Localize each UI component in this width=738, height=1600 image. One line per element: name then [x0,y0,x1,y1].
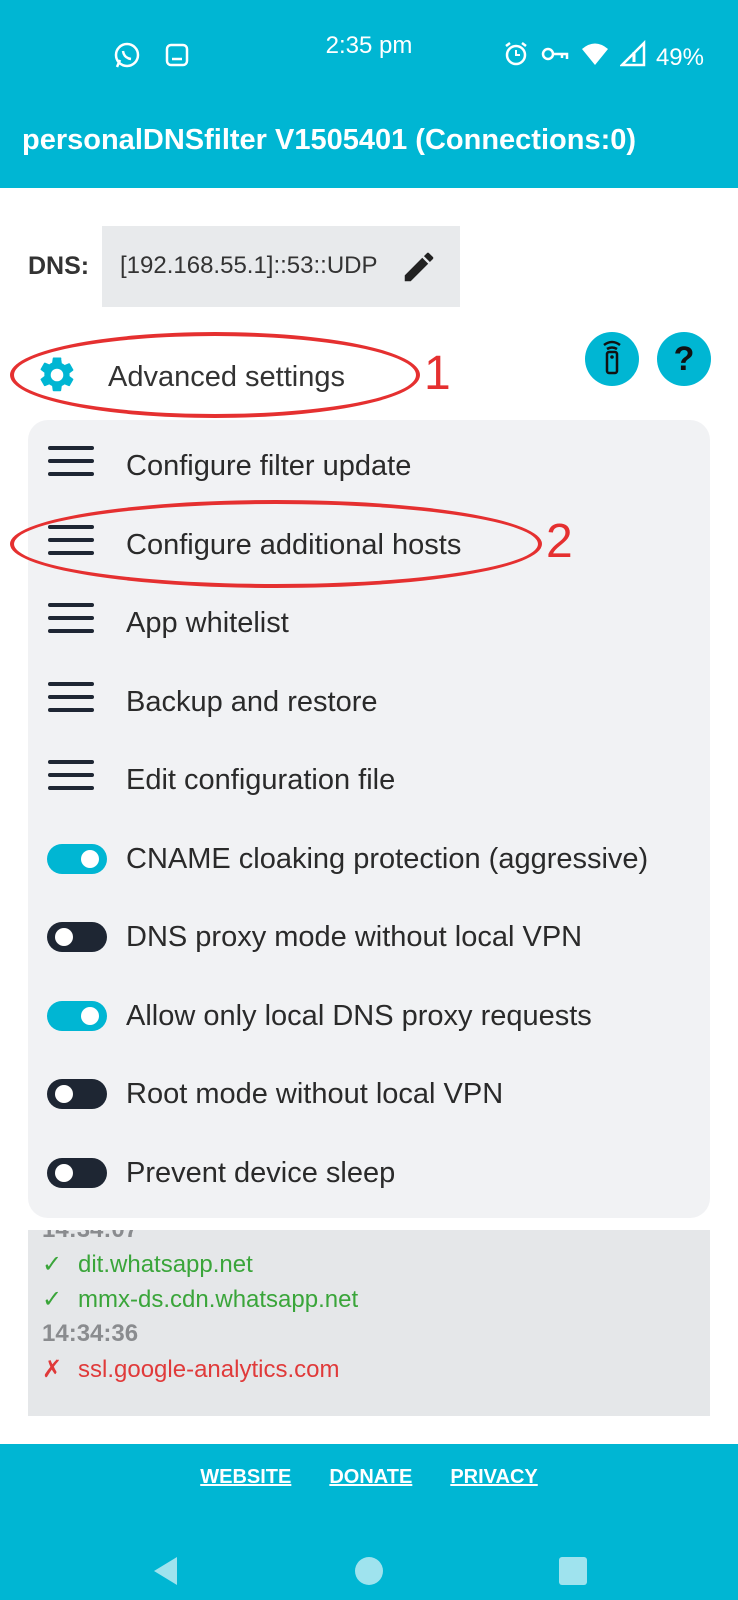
alarm-icon [502,40,530,75]
help-button[interactable]: ? [657,332,711,386]
setting-cname-cloaking-protection[interactable]: CNAME cloaking protection (aggressive) [28,829,710,889]
annotation-ellipse-1 [10,332,420,418]
menu-icon [48,682,94,721]
setting-label: Allow only local DNS proxy requests [126,1000,592,1032]
log-entry-blocked: ✗ ssl.google-analytics.com [42,1356,340,1383]
log-entry-allowed: ✓ dit.whatsapp.net [42,1251,253,1278]
cross-icon: ✗ [42,1356,63,1383]
menu-item-label: Configure filter update [126,450,412,482]
toggle-switch-off[interactable] [47,1158,107,1188]
check-icon: ✓ [42,1286,63,1313]
menu-item-label: App whitelist [126,607,289,639]
footer: WEBSITE DONATE PRIVACY [0,1444,738,1600]
edit-pencil-icon[interactable] [400,248,438,291]
signal-icon [618,39,646,75]
remote-control-button[interactable] [585,332,639,386]
dns-label: DNS: [28,252,90,280]
status-bar: 2:35 pm 49% [0,0,738,112]
donate-link[interactable]: DONATE [329,1466,412,1489]
check-icon: ✓ [42,1251,63,1278]
setting-label: DNS proxy mode without local VPN [126,921,583,953]
dns-field[interactable]: [192.168.55.1]::53::UDP [102,226,460,307]
log-entry-allowed: ✓ mmx-ds.cdn.whatsapp.net [42,1286,359,1313]
recents-icon[interactable] [558,1556,588,1591]
menu-item-label: Edit configuration file [126,764,396,796]
battery-level: 49% [655,43,704,71]
annotation-number-1: 1 [424,347,451,400]
toggle-switch-on[interactable] [47,844,107,874]
remote-icon [597,339,627,380]
log-timestamp: 14:34:36 [42,1320,139,1347]
dns-log[interactable]: 14:34:07 ✓dit.whatsapp.net ✓mmx-ds.cdn.w… [28,1230,710,1416]
setting-allow-only-local-dns-proxy[interactable]: Allow only local DNS proxy requests [28,986,710,1046]
annotation-ellipse-2 [10,500,542,588]
menu-item-label: Backup and restore [126,686,378,718]
setting-dns-proxy-mode[interactable]: DNS proxy mode without local VPN [28,907,710,967]
menu-item-configure-filter-update[interactable]: Configure filter update [28,436,710,496]
privacy-link[interactable]: PRIVACY [450,1466,537,1489]
menu-icon [48,760,94,799]
app-bar: personalDNSfilter V1505401 (Connections:… [0,112,738,188]
annotation-number-2: 2 [546,515,573,568]
vpn-key-icon [540,40,570,75]
setting-label: Root mode without local VPN [126,1078,504,1110]
menu-icon [48,446,94,485]
setting-label: Prevent device sleep [126,1157,396,1189]
help-icon: ? [673,339,695,378]
home-icon[interactable] [354,1556,384,1591]
menu-item-app-whitelist[interactable]: App whitelist [28,593,710,653]
app-title: personalDNSfilter V1505401 (Connections:… [22,124,637,156]
setting-root-mode[interactable]: Root mode without local VPN [28,1064,710,1124]
wifi-icon [580,40,610,75]
toggle-switch-off[interactable] [47,922,107,952]
setting-prevent-device-sleep[interactable]: Prevent device sleep [28,1143,710,1203]
toggle-switch-on[interactable] [47,1001,107,1031]
website-link[interactable]: WEBSITE [200,1466,291,1489]
menu-item-backup-and-restore[interactable]: Backup and restore [28,672,710,732]
back-icon[interactable] [150,1554,180,1593]
toggle-switch-off[interactable] [47,1079,107,1109]
menu-item-edit-configuration-file[interactable]: Edit configuration file [28,750,710,810]
dns-value: [192.168.55.1]::53::UDP [120,252,378,279]
menu-icon [48,603,94,642]
log-timestamp: 14:34:07 [42,1230,138,1244]
setting-label: CNAME cloaking protection (aggressive) [126,843,649,875]
